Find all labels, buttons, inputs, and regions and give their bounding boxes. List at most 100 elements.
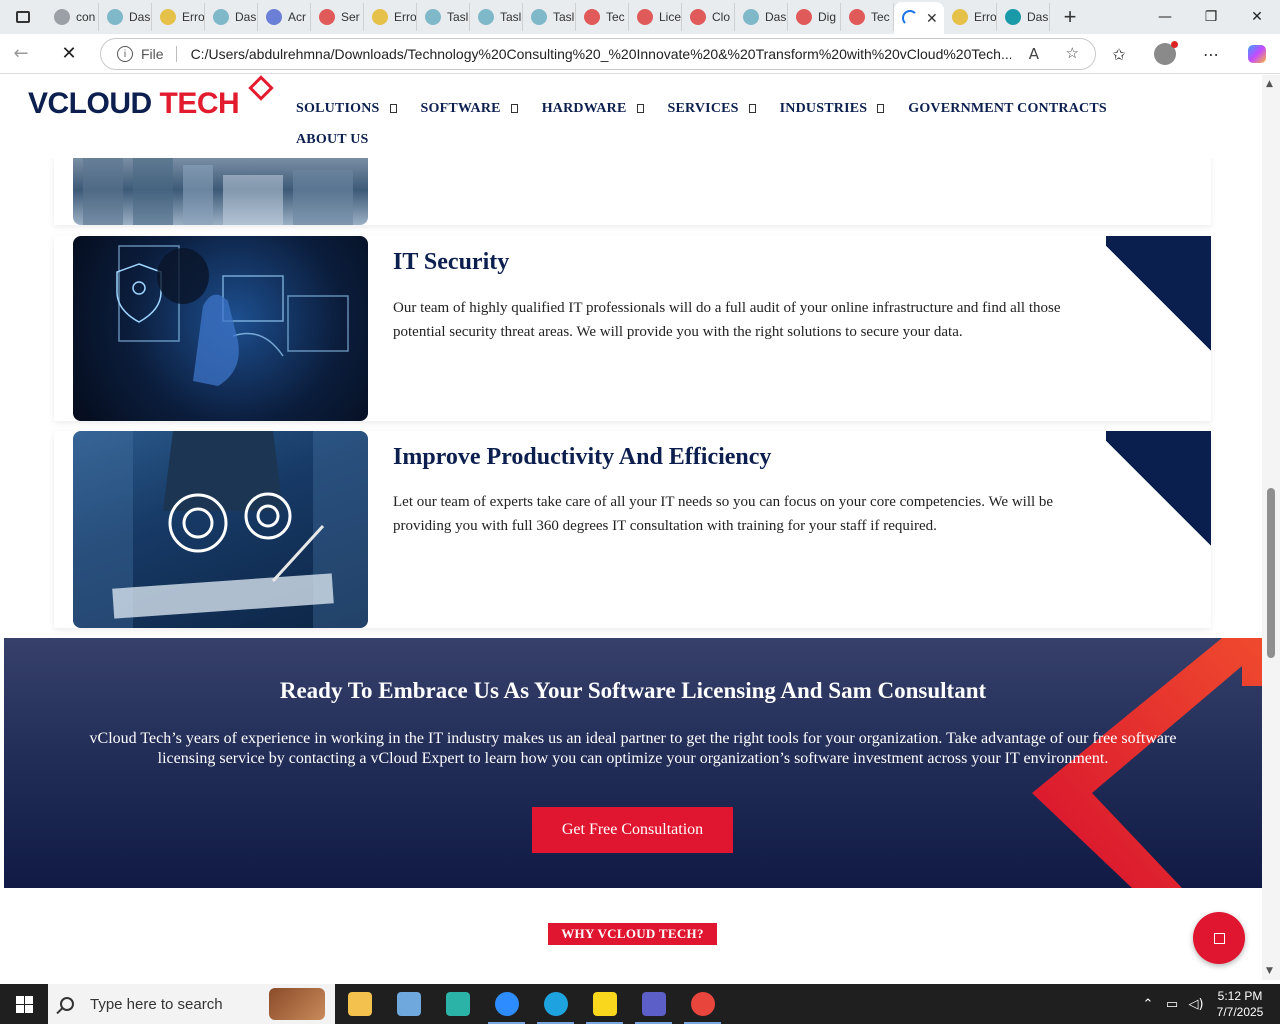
browser-tab[interactable]: Ser (311, 3, 364, 31)
browser-tab[interactable]: Clo (682, 3, 735, 31)
new-tab-button[interactable]: + (1050, 0, 1090, 34)
tab-favicon-icon (107, 9, 123, 25)
card-title: Improve Productivity And Efficiency (393, 444, 772, 470)
browser-tab[interactable]: Lice (629, 3, 682, 31)
edge-icon (543, 992, 568, 1016)
taskbar-app[interactable] (531, 984, 580, 1024)
chat-floating-button[interactable] (1193, 912, 1245, 964)
nav-item-software[interactable]: SOFTWARE (421, 93, 518, 124)
close-window-button[interactable]: ✕ (1234, 0, 1280, 34)
service-card-it-security: IT Security Our team of highly qualified… (54, 236, 1211, 421)
taskbar-app[interactable] (678, 984, 727, 1024)
restore-button[interactable]: ❐ (1188, 0, 1234, 34)
close-tab-icon[interactable]: ✕ (926, 10, 938, 27)
site-info-icon[interactable]: i (117, 46, 133, 62)
copilot-icon[interactable] (1234, 45, 1280, 63)
address-bar[interactable]: i File C:/Users/abdulrehmna/Downloads/Te… (100, 38, 1096, 70)
browser-tab[interactable]: Tasl (523, 3, 576, 31)
browser-tab[interactable]: con (46, 3, 99, 31)
taskbar-app[interactable] (629, 984, 678, 1024)
site-header: VCLOUD TECH SOLUTIONS SOFTWARE HARDWARE SER… (4, 75, 1262, 158)
tab-label: Lice (659, 10, 682, 24)
browser-tab-active[interactable]: ✕ (894, 2, 944, 34)
nav-item-industries[interactable]: INDUSTRIES (780, 93, 885, 124)
taskbar-app[interactable] (580, 984, 629, 1024)
browser-tab[interactable]: Erro (944, 3, 997, 31)
tab-label: Erro (394, 10, 417, 24)
tab-label: Acr (288, 10, 306, 24)
chrome-icon (690, 992, 715, 1016)
nav-item-government-contracts[interactable]: GOVERNMENT CONTRACTS (908, 93, 1107, 124)
gears-businessman-graphic (73, 431, 368, 628)
taskbar-app[interactable] (482, 984, 531, 1024)
tab-favicon-icon (372, 9, 388, 25)
tab-label: Das (129, 10, 151, 24)
tab-favicon-icon (743, 9, 759, 25)
nav-item-services[interactable]: SERVICES (668, 93, 756, 124)
it-security-image (73, 236, 368, 421)
tab-actions-icon (16, 11, 30, 23)
browser-tab[interactable]: Acr (258, 3, 311, 31)
logo-mark-icon (248, 75, 274, 101)
tab-favicon-icon (160, 9, 176, 25)
page-scrollbar[interactable]: ▲ ▼ (1262, 75, 1280, 980)
volume-icon[interactable]: ◁) (1184, 997, 1208, 1012)
dropdown-icon (389, 104, 397, 113)
browser-tab[interactable]: Tasl (470, 3, 523, 31)
scroll-down-arrow-icon[interactable]: ▼ (1266, 966, 1273, 976)
taskbar-apps (335, 984, 727, 1024)
taskbar-search[interactable]: Type here to search (48, 984, 335, 1024)
browser-tab[interactable]: Das (997, 3, 1050, 31)
sticky-notes-icon (592, 992, 617, 1016)
card-body: Let our team of experts take care of all… (393, 494, 1054, 534)
taskbar-app[interactable] (335, 984, 384, 1024)
nav-item-about-us[interactable]: ABOUT US (296, 124, 369, 155)
browser-tab[interactable]: Tec (841, 3, 894, 31)
service-card-productivity: Improve Productivity And Efficiency Let … (54, 431, 1211, 628)
network-icon[interactable]: ▭ (1160, 997, 1184, 1012)
browser-tab[interactable]: Tasl (417, 3, 470, 31)
tab-actions-button[interactable] (0, 0, 46, 34)
url-text[interactable]: C:/Users/abdulrehmna/Downloads/Technolog… (191, 46, 1011, 62)
browser-tab[interactable]: Tec (576, 3, 629, 31)
tab-label: Tec (606, 10, 625, 24)
clock[interactable]: 5:12 PM 7/7/2025 (1208, 988, 1272, 1020)
scroll-up-arrow-icon[interactable]: ▲ (1266, 79, 1273, 89)
stop-loading-icon: ✕ (61, 43, 77, 64)
browser-tab[interactable]: Erro (152, 3, 205, 31)
cta-banner: Ready To Embrace Us As Your Software Lic… (4, 638, 1262, 888)
browser-tab[interactable]: Erro (364, 3, 417, 31)
nav-item-solutions[interactable]: SOLUTIONS (296, 93, 397, 124)
cta-body: vCloud Tech’s years of experience in wor… (89, 730, 1177, 767)
windows-logo-icon (15, 995, 33, 1013)
nav-item-hardware[interactable]: HARDWARE (542, 93, 644, 124)
browser-tab[interactable]: Das (205, 3, 258, 31)
favorites-icon[interactable]: ✩ (1096, 45, 1142, 64)
tray-chevron-icon[interactable]: ⌃ (1136, 997, 1160, 1012)
tab-label: Tasl (553, 10, 575, 24)
vcloud-tech-logo[interactable]: VCLOUD TECH (28, 87, 240, 121)
start-button[interactable] (0, 984, 48, 1024)
taskbar-app[interactable] (433, 984, 482, 1024)
back-button[interactable]: ← (0, 34, 42, 74)
tab-favicon-icon (213, 9, 229, 25)
browser-tab[interactable]: Das (99, 3, 152, 31)
browser-tab[interactable]: Das (735, 3, 788, 31)
minimize-button[interactable]: — (1142, 0, 1188, 34)
more-icon[interactable]: ⋯ (1188, 45, 1234, 64)
profile-button[interactable] (1142, 41, 1188, 65)
favorite-star-icon[interactable]: ☆ (1066, 44, 1079, 62)
taskbar-app[interactable] (384, 984, 433, 1024)
nav-item-label: SOLUTIONS (296, 100, 380, 116)
read-aloud-icon[interactable]: A (1029, 45, 1039, 63)
teams-icon (641, 992, 666, 1016)
nav-item-label: SOFTWARE (420, 100, 501, 116)
stop-loading-button[interactable]: ✕ (48, 34, 90, 74)
browser-tab[interactable]: Dig (788, 3, 841, 31)
scrollbar-thumb[interactable] (1267, 488, 1275, 658)
tab-label: Dig (818, 10, 837, 24)
file-scheme-label: File (141, 46, 177, 62)
nav-item-label: ABOUT US (296, 131, 369, 147)
get-free-consultation-button[interactable]: Get Free Consultation (532, 807, 733, 853)
windows-taskbar: Type here to search ⌃ ▭ ◁) 5:12 PM 7/7/2… (0, 984, 1280, 1024)
